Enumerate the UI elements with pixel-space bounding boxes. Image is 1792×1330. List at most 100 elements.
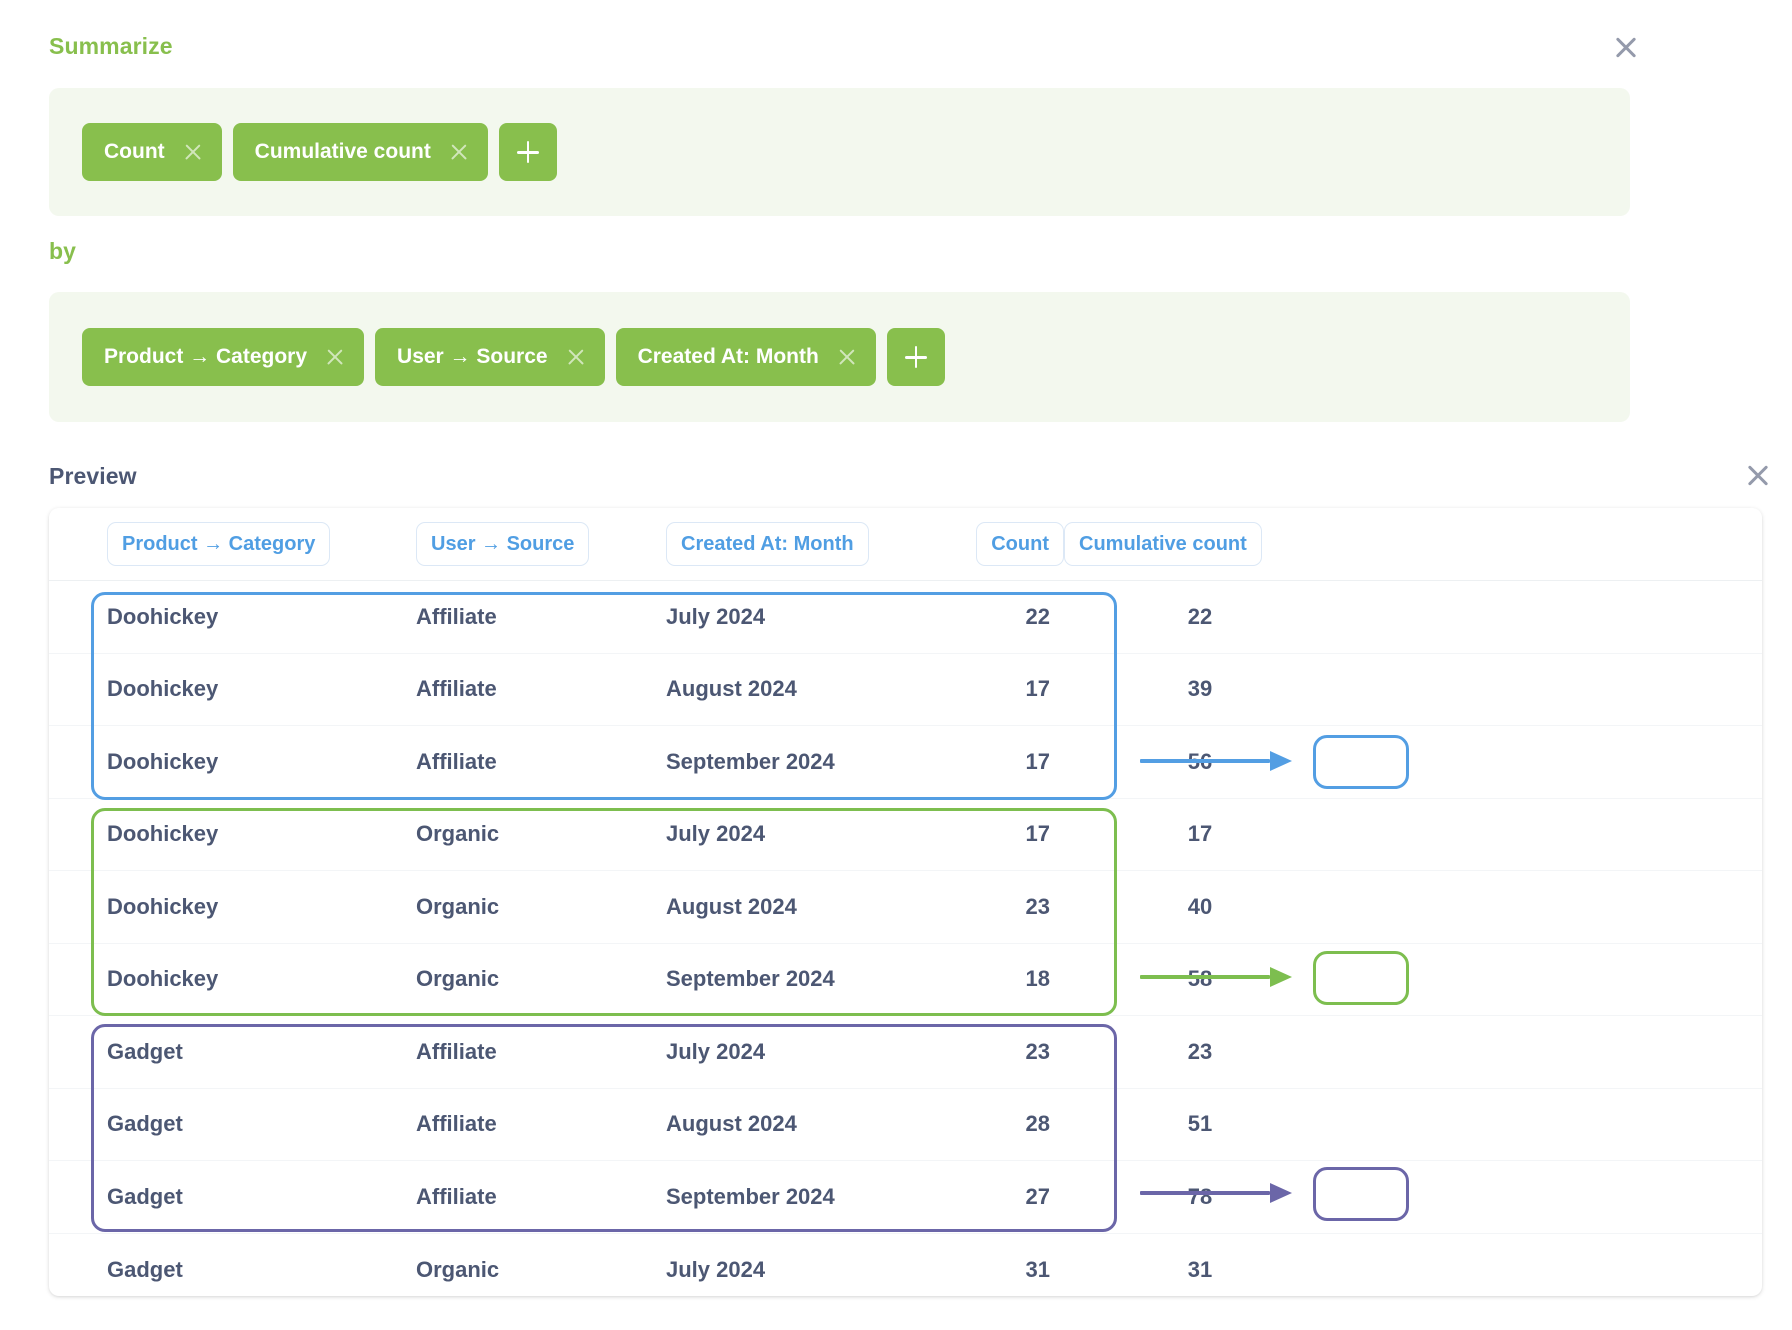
- metric-chip-label: Cumulative count: [255, 140, 431, 164]
- table-row[interactable]: Gadget Organic July 2024 31 31: [49, 1234, 1762, 1297]
- cell-count: 17: [958, 821, 1064, 847]
- table-row[interactable]: Doohickey Organic September 2024 18 58: [49, 944, 1762, 1017]
- header-cell-product-category: Product → Category: [107, 522, 416, 566]
- column-pill[interactable]: User → Source: [416, 522, 589, 566]
- cell-cumulative: 39: [1064, 676, 1336, 702]
- cell-count: 17: [958, 749, 1064, 775]
- preview-heading: Preview: [49, 463, 137, 490]
- cell-month: September 2024: [666, 966, 958, 992]
- cell-cumulative: 40: [1064, 894, 1336, 920]
- close-icon[interactable]: [1613, 34, 1639, 60]
- dimension-chip-label: Product → Category: [104, 345, 307, 369]
- cell-source: Affiliate: [416, 604, 666, 630]
- cell-count: 23: [958, 1039, 1064, 1065]
- table-row[interactable]: Gadget Affiliate September 2024 27 78: [49, 1161, 1762, 1234]
- remove-metric-icon[interactable]: [183, 142, 203, 162]
- cell-month: August 2024: [666, 676, 958, 702]
- add-dimension-button[interactable]: [887, 328, 945, 386]
- cell-source: Affiliate: [416, 676, 666, 702]
- cell-cumulative: 17: [1064, 821, 1336, 847]
- remove-metric-icon[interactable]: [449, 142, 469, 162]
- metric-chip-cumulative-count[interactable]: Cumulative count: [233, 123, 488, 181]
- preview-table-card: Product → Category User → Source Created…: [49, 508, 1762, 1296]
- cell-source: Organic: [416, 821, 666, 847]
- cell-cumulative: 58: [1064, 966, 1336, 992]
- cell-month: July 2024: [666, 1257, 958, 1283]
- remove-dimension-icon[interactable]: [566, 347, 586, 367]
- header-cell-created-at-month: Created At: Month: [666, 522, 958, 566]
- cell-source: Organic: [416, 1257, 666, 1283]
- table-body: Doohickey Affiliate July 2024 22 22 Dooh…: [49, 581, 1762, 1296]
- table-row[interactable]: Gadget Affiliate August 2024 28 51: [49, 1089, 1762, 1162]
- table-row[interactable]: Doohickey Affiliate July 2024 22 22: [49, 581, 1762, 654]
- cell-category: Doohickey: [107, 749, 416, 775]
- dimension-chip-label: User → Source: [397, 345, 548, 369]
- add-metric-button[interactable]: [499, 123, 557, 181]
- header-cell-cumulative-count: Cumulative count: [1064, 522, 1324, 566]
- cell-source: Affiliate: [416, 749, 666, 775]
- plus-icon: [905, 346, 927, 368]
- by-heading: by: [49, 238, 76, 265]
- remove-dimension-icon[interactable]: [325, 347, 345, 367]
- column-pill[interactable]: Created At: Month: [666, 522, 869, 566]
- summarize-heading: Summarize: [49, 33, 173, 60]
- column-pill[interactable]: Cumulative count: [1064, 522, 1262, 566]
- cell-category: Doohickey: [107, 821, 416, 847]
- table-row[interactable]: Doohickey Affiliate August 2024 17 39: [49, 654, 1762, 727]
- cell-source: Affiliate: [416, 1184, 666, 1210]
- close-preview-icon[interactable]: [1745, 462, 1771, 488]
- table-header-row: Product → Category User → Source Created…: [49, 508, 1762, 581]
- summarize-metrics-tray: Count Cumulative count: [49, 88, 1630, 216]
- cell-cumulative: 22: [1064, 604, 1336, 630]
- cell-cumulative: 31: [1064, 1257, 1336, 1283]
- cell-cumulative: 56: [1064, 749, 1336, 775]
- table-row[interactable]: Doohickey Organic August 2024 23 40: [49, 871, 1762, 944]
- cell-source: Affiliate: [416, 1039, 666, 1065]
- breakout-dimensions-tray: Product → Category User → Source Created…: [49, 292, 1630, 422]
- cell-month: July 2024: [666, 821, 958, 847]
- cell-category: Doohickey: [107, 604, 416, 630]
- table-row[interactable]: Doohickey Organic July 2024 17 17: [49, 799, 1762, 872]
- cell-month: September 2024: [666, 749, 958, 775]
- cell-category: Gadget: [107, 1184, 416, 1210]
- remove-dimension-icon[interactable]: [837, 347, 857, 367]
- cell-month: August 2024: [666, 894, 958, 920]
- cell-source: Organic: [416, 894, 666, 920]
- cell-cumulative: 78: [1064, 1184, 1336, 1210]
- cell-count: 27: [958, 1184, 1064, 1210]
- cell-count: 18: [958, 966, 1064, 992]
- table-row[interactable]: Doohickey Affiliate September 2024 17 56: [49, 726, 1762, 799]
- cell-month: August 2024: [666, 1111, 958, 1137]
- cell-category: Gadget: [107, 1111, 416, 1137]
- dimension-chip-user-source[interactable]: User → Source: [375, 328, 605, 386]
- cell-cumulative: 51: [1064, 1111, 1336, 1137]
- cell-count: 23: [958, 894, 1064, 920]
- column-pill[interactable]: Product → Category: [107, 522, 330, 566]
- cell-month: July 2024: [666, 604, 958, 630]
- dimension-chip-label: Created At: Month: [638, 345, 819, 369]
- plus-icon: [517, 141, 539, 163]
- cell-count: 17: [958, 676, 1064, 702]
- cell-category: Gadget: [107, 1257, 416, 1283]
- cell-category: Doohickey: [107, 966, 416, 992]
- cell-source: Affiliate: [416, 1111, 666, 1137]
- cell-cumulative: 23: [1064, 1039, 1336, 1065]
- table-row[interactable]: Gadget Affiliate July 2024 23 23: [49, 1016, 1762, 1089]
- dimension-chip-created-at-month[interactable]: Created At: Month: [616, 328, 876, 386]
- summarize-panel: Summarize Count Cumulative count by Prod…: [0, 0, 1792, 1330]
- cell-source: Organic: [416, 966, 666, 992]
- cell-category: Doohickey: [107, 676, 416, 702]
- cell-count: 28: [958, 1111, 1064, 1137]
- cell-category: Gadget: [107, 1039, 416, 1065]
- cell-category: Doohickey: [107, 894, 416, 920]
- metric-chip-label: Count: [104, 140, 165, 164]
- cell-count: 31: [958, 1257, 1064, 1283]
- header-cell-count: Count: [958, 522, 1064, 566]
- cell-month: September 2024: [666, 1184, 958, 1210]
- dimension-chip-product-category[interactable]: Product → Category: [82, 328, 364, 386]
- cell-month: July 2024: [666, 1039, 958, 1065]
- cell-count: 22: [958, 604, 1064, 630]
- header-cell-user-source: User → Source: [416, 522, 666, 566]
- column-pill[interactable]: Count: [976, 522, 1064, 566]
- metric-chip-count[interactable]: Count: [82, 123, 222, 181]
